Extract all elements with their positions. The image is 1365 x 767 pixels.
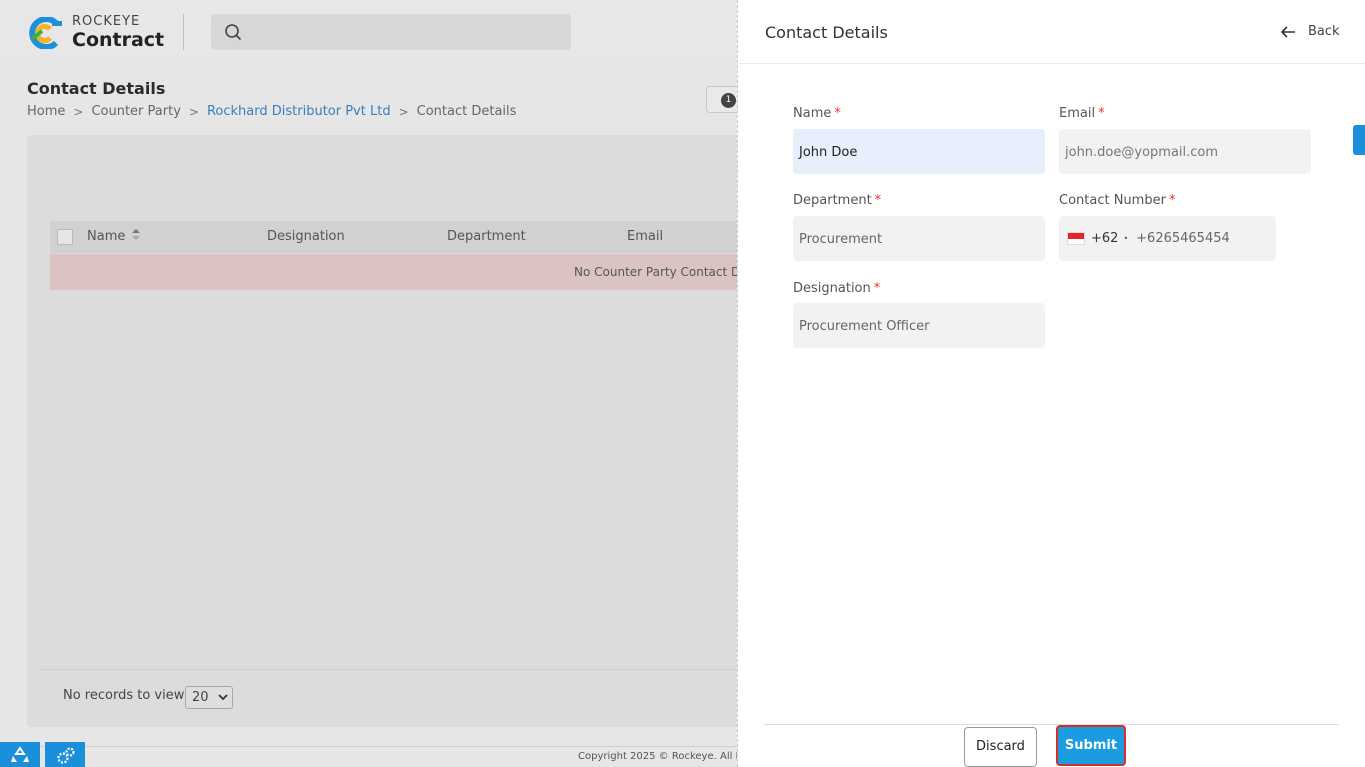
breadcrumb-separator-icon: > — [73, 104, 84, 119]
actions-divider — [764, 724, 1339, 725]
empty-table-message: No Counter Party Contact Det — [574, 265, 753, 279]
breadcrumb-home[interactable]: Home — [27, 104, 65, 119]
breadcrumb-counterparty-link[interactable]: Rockhard Distributor Pvt Ltd — [207, 104, 391, 119]
contact-number-value: +6265465454 — [1136, 231, 1230, 246]
back-button[interactable]: Back — [1281, 24, 1340, 39]
drawer-header-divider — [738, 63, 1365, 64]
app-logo[interactable]: ROCKEYE Contract — [26, 14, 176, 54]
email-field[interactable]: john.doe@yopmail.com — [1059, 129, 1311, 174]
select-all-checkbox[interactable] — [57, 229, 73, 245]
designation-label: Designation * — [793, 281, 881, 296]
rockeye-logo-icon — [29, 17, 62, 49]
topbar-divider — [183, 14, 184, 50]
required-marker: * — [1098, 106, 1105, 121]
required-marker: * — [873, 281, 881, 296]
empty-table-row: No Counter Party Contact Det — [50, 254, 753, 290]
required-marker: * — [1168, 193, 1176, 208]
table-header: Name Designation Department Email — [50, 221, 750, 253]
settings-button[interactable] — [45, 742, 85, 767]
copyright-text: Copyright 2025 © Rockeye. All Righ — [578, 751, 738, 762]
notification-badge: 1 — [721, 93, 736, 108]
contact-number-label: Contact Number * — [1059, 193, 1176, 208]
back-label: Back — [1308, 24, 1340, 39]
recycle-button[interactable] — [0, 742, 40, 767]
pager-divider — [40, 669, 740, 670]
name-label: Name * — [793, 106, 841, 121]
column-header-email[interactable]: Email — [627, 229, 663, 244]
column-header-designation[interactable]: Designation — [267, 229, 345, 244]
back-arrow-icon — [1281, 25, 1295, 38]
breadcrumb: Home > Counter Party > Rockhard Distribu… — [27, 104, 516, 119]
breadcrumb-separator-icon: > — [398, 104, 409, 119]
email-label: Email * — [1059, 106, 1105, 121]
logo-product-text: Contract — [72, 29, 165, 51]
logo-brand-text: ROCKEYE — [72, 14, 141, 29]
page-size-value: 20 — [192, 690, 209, 705]
global-search-input[interactable] — [211, 14, 571, 50]
column-header-name[interactable]: Name — [87, 229, 140, 244]
discard-button[interactable]: Discard — [964, 727, 1037, 767]
submit-button[interactable]: Submit — [1056, 725, 1126, 766]
sort-icon[interactable] — [131, 229, 140, 240]
settings-gears-icon — [57, 747, 75, 764]
required-marker: * — [834, 106, 841, 121]
page-title: Contact Details — [27, 79, 166, 98]
required-marker: * — [874, 193, 882, 208]
chevron-down-icon — [218, 694, 228, 701]
country-dropdown-icon[interactable]: • — [1123, 234, 1128, 243]
column-header-department[interactable]: Department — [447, 229, 526, 244]
contact-number-field[interactable]: +62 • +6265465454 — [1059, 216, 1276, 261]
breadcrumb-separator-icon: > — [188, 104, 199, 119]
breadcrumb-current: Contact Details — [416, 104, 517, 119]
page-size-select[interactable]: 20 — [185, 686, 233, 709]
name-field[interactable]: John Doe — [793, 129, 1045, 174]
pager-status: No records to view — [63, 688, 185, 703]
designation-field[interactable]: Procurement Officer — [793, 303, 1045, 348]
contact-details-drawer: Contact Details Back Name * John Doe Emai… — [737, 0, 1365, 767]
recycle-icon — [11, 746, 29, 762]
dial-code[interactable]: +62 — [1091, 231, 1118, 246]
drawer-title: Contact Details — [765, 23, 888, 42]
indonesia-flag-icon[interactable] — [1067, 232, 1085, 245]
department-label: Department * — [793, 193, 882, 208]
search-icon — [225, 24, 242, 41]
breadcrumb-counter-party[interactable]: Counter Party — [91, 104, 180, 119]
department-field[interactable]: Procurement — [793, 216, 1045, 261]
side-panel-tab[interactable] — [1353, 125, 1365, 155]
